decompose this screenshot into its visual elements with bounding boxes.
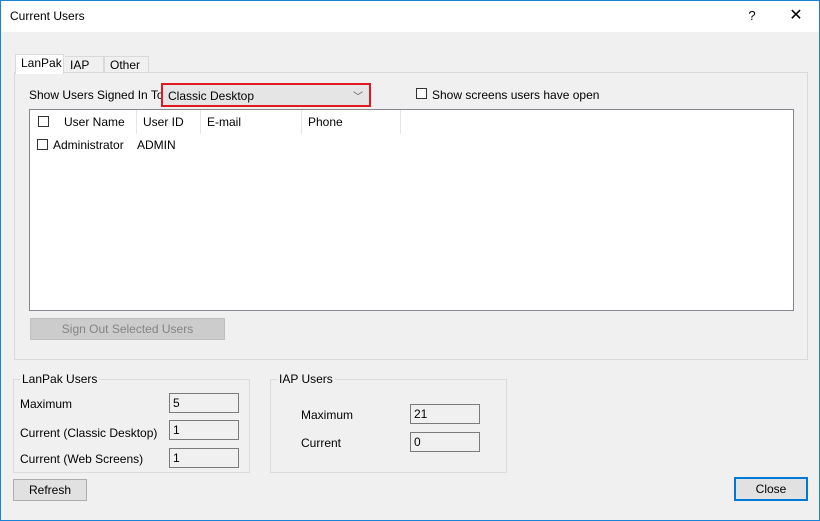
close-window-icon[interactable]: ✕: [783, 5, 809, 27]
show-screens-label[interactable]: Show screens users have open: [432, 88, 599, 102]
select-all-checkbox[interactable]: [38, 116, 49, 127]
show-screens-checkbox[interactable]: [416, 88, 427, 99]
refresh-button[interactable]: Refresh: [13, 479, 87, 501]
iap-maximum-value: 21: [410, 404, 480, 424]
iap-maximum-label: Maximum: [301, 408, 354, 422]
help-button[interactable]: ?: [741, 5, 763, 27]
iap-current-value: 0: [410, 432, 480, 452]
lanpak-users-group: LanPak Users Maximum 5 Current (Classic …: [13, 372, 250, 473]
row-checkbox[interactable]: [37, 139, 48, 150]
user-id-cell: ADMIN: [137, 138, 176, 152]
current-users-dialog: Current Users ? ✕ LanPak IAP Other Show …: [0, 0, 820, 521]
table-row[interactable]: Administrator ADMIN: [30, 136, 793, 153]
column-header-phone[interactable]: Phone: [302, 110, 401, 134]
lanpak-maximum-label: Maximum: [20, 397, 73, 411]
window-title: Current Users: [10, 9, 85, 23]
phone-header-label: Phone: [308, 115, 343, 129]
lanpak-tab-panel: Show Users Signed In To Classic Desktop …: [14, 72, 808, 360]
close-button[interactable]: Close: [734, 477, 808, 501]
iap-users-title: IAP Users: [277, 372, 335, 386]
lanpak-maximum-value: 5: [169, 393, 239, 413]
lanpak-users-title: LanPak Users: [20, 372, 100, 386]
title-bar: Current Users ? ✕: [1, 1, 819, 32]
iap-users-group: IAP Users Maximum 21 Current 0: [270, 372, 507, 473]
sign-out-selected-users-button[interactable]: Sign Out Selected Users: [30, 318, 225, 340]
dropdown-value: Classic Desktop: [168, 89, 255, 103]
lanpak-current-classic-label: Current (Classic Desktop): [20, 426, 158, 440]
email-header-label: E-mail: [207, 115, 242, 129]
signed-in-to-dropdown[interactable]: Classic Desktop ﹀: [161, 83, 371, 107]
lanpak-current-classic-value: 1: [169, 420, 239, 440]
column-header-email[interactable]: E-mail: [201, 110, 302, 134]
user-name-cell: Administrator: [53, 138, 124, 152]
chevron-down-icon: ﹀: [353, 92, 363, 103]
user-id-header-label: User ID: [143, 115, 184, 129]
lanpak-current-web-value: 1: [169, 448, 239, 468]
show-users-label: Show Users Signed In To: [29, 88, 164, 102]
lanpak-current-web-label: Current (Web Screens): [20, 452, 144, 466]
column-header-user-name[interactable]: User Name: [30, 110, 137, 134]
iap-current-label: Current: [301, 436, 342, 450]
column-header-user-id[interactable]: User ID: [137, 110, 201, 134]
users-list[interactable]: User Name User ID E-mail Phone Administr…: [29, 109, 794, 311]
user-name-header-label: User Name: [64, 115, 125, 129]
tab-lanpak[interactable]: LanPak: [15, 54, 64, 74]
